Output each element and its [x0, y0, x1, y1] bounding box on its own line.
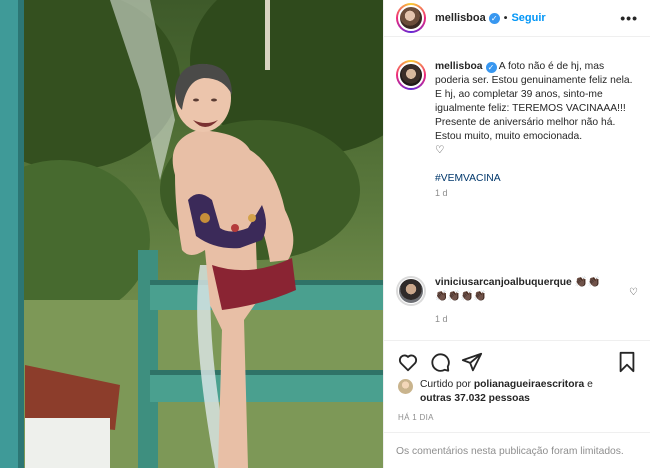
share-icon[interactable] — [461, 351, 483, 373]
comment-item: viniciusarcanjoalbuquerque 👏🏿👏🏿 👏🏿👏🏿👏🏿👏🏿… — [396, 276, 641, 326]
post-timestamp[interactable]: HÁ 1 DIA — [398, 413, 434, 422]
caption-line: E hj, ao completar 39 anos, sinto-me igu… — [435, 89, 626, 114]
likes-prefix: Curtido por — [420, 379, 474, 390]
likes-text: Curtido por polianagueiraescritora e out… — [420, 378, 593, 406]
bookmark-icon[interactable] — [616, 351, 638, 373]
hashtag-link[interactable]: #VEMVACINA — [435, 172, 641, 186]
caption-time[interactable]: 1 d — [435, 186, 641, 200]
caption-username[interactable]: mellisboa — [435, 61, 483, 72]
author-avatar[interactable] — [396, 3, 426, 33]
caption-line: ♡ — [435, 145, 445, 156]
commenter-avatar[interactable] — [396, 276, 426, 306]
post-panel: mellisboa ✓ • Seguir ••• mellisboa ✓ A fo… — [383, 0, 650, 468]
caption: mellisboa ✓ A foto não é de hj, mas poder… — [396, 60, 641, 200]
commenter-username[interactable]: viniciusarcanjoalbuquerque — [435, 277, 572, 288]
instagram-post: mellisboa ✓ • Seguir ••• mellisboa ✓ A fo… — [0, 0, 650, 468]
verified-icon: ✓ — [488, 12, 500, 24]
comment-time[interactable]: 1 d — [435, 312, 610, 326]
likes-middle: e — [584, 379, 593, 390]
comment-body: viniciusarcanjoalbuquerque 👏🏿👏🏿 👏🏿👏🏿👏🏿👏🏿… — [435, 276, 610, 326]
likes-others-link[interactable]: outras 37.032 pessoas — [420, 393, 530, 404]
liker-username[interactable]: polianagueiraescritora — [474, 379, 584, 390]
caption-line: Presente de aniversário melhor não há. — [435, 117, 616, 128]
comment-like-icon[interactable]: ♡ — [629, 287, 638, 298]
author-username[interactable]: mellisboa — [435, 12, 486, 24]
photo-illustration — [0, 0, 383, 468]
caption-avatar[interactable] — [396, 60, 426, 90]
separator-dot: • — [503, 12, 508, 24]
verified-icon: ✓ — [485, 62, 497, 73]
comment-icon[interactable] — [429, 351, 451, 373]
more-icon[interactable]: ••• — [620, 10, 638, 26]
caption-text: mellisboa ✓ A foto não é de hj, mas poder… — [435, 60, 641, 200]
liker-avatar[interactable] — [398, 379, 413, 394]
post-photo[interactable] — [0, 0, 383, 468]
caption-line: Estou muito, muito emocionada. — [435, 131, 583, 142]
follow-button[interactable]: Seguir — [511, 12, 545, 24]
post-header: mellisboa ✓ • Seguir ••• — [384, 0, 650, 37]
comments-limited-notice: Os comentários nesta publicação foram li… — [384, 432, 650, 468]
action-bar — [384, 340, 650, 380]
heart-icon[interactable] — [397, 351, 419, 373]
likes-summary: Curtido por polianagueiraescritora e out… — [398, 378, 638, 406]
